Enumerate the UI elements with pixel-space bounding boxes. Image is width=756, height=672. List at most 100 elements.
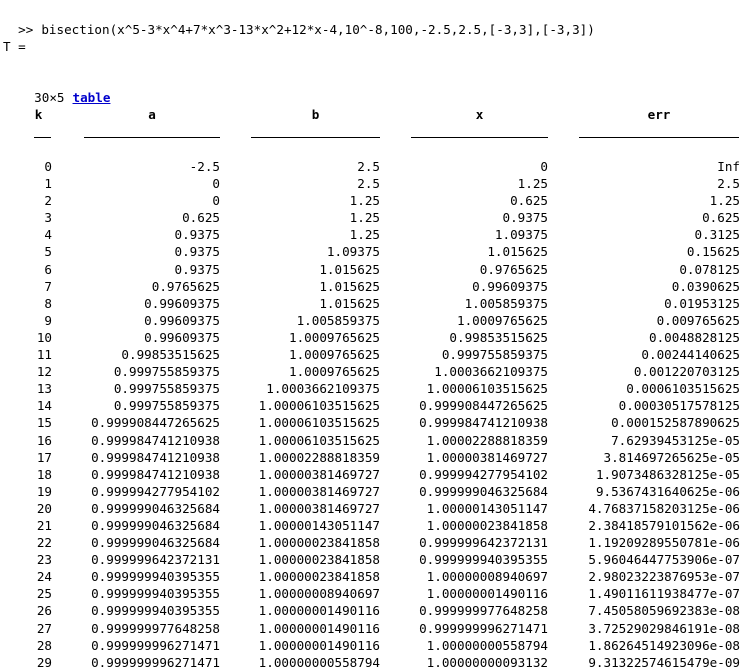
command-prompt: >> bbox=[18, 22, 34, 37]
cell-err: 1.9073486328125e-05 bbox=[595, 466, 740, 482]
cell-k: 1 bbox=[44, 176, 52, 192]
cell-b: 2.5 bbox=[357, 159, 380, 174]
table-row: 20 0.999999046325684 1.00000381469727 1.000… bbox=[0, 500, 756, 517]
table-row: 8 0.99609375 1.015625 1.005859375 0.01953125 bbox=[0, 295, 756, 312]
cell-a: 0 bbox=[212, 193, 220, 209]
cell-err: 9.31322574615479e-09 bbox=[588, 654, 740, 670]
table-size-line: 30×5 table bbox=[19, 72, 110, 105]
cell-b: 1.09375 bbox=[326, 244, 380, 260]
cell-k: 16 bbox=[36, 432, 52, 448]
cell-x: 0.999999046325684 bbox=[419, 483, 548, 499]
table-row: 17 0.999984741210938 1.00002288818359 1.000… bbox=[0, 449, 756, 466]
table-row: 18 0.999984741210938 1.00000381469727 0.999… bbox=[0, 466, 756, 483]
cell-a: 0.999908447265625 bbox=[91, 415, 220, 431]
cell-a: 0.99609375 bbox=[144, 312, 220, 328]
cell-a: 0.99609375 bbox=[144, 295, 220, 311]
cell-b: 2.5 bbox=[357, 176, 380, 192]
cell-a: 0.9765625 bbox=[151, 278, 220, 294]
cell-a: 0.999755859375 bbox=[113, 398, 220, 414]
cell-err: 2.5 bbox=[717, 176, 740, 192]
cell-b: 1.0009765625 bbox=[289, 364, 380, 380]
cell-a: -2.5 bbox=[189, 159, 220, 174]
cell-a: 0.999984741210938 bbox=[91, 466, 220, 482]
cell-a: 0.999999996271471 bbox=[91, 637, 220, 653]
table-link[interactable]: table bbox=[73, 90, 111, 105]
cell-x: 1.00000000093132 bbox=[426, 654, 548, 670]
cell-x: 1.00000143051147 bbox=[426, 500, 548, 516]
cell-k: 25 bbox=[36, 586, 52, 602]
table-row: 2 0 1.25 0.625 1.25 bbox=[0, 192, 756, 209]
cell-a: 0 bbox=[212, 176, 220, 192]
cell-b: 1.00000001490116 bbox=[258, 603, 380, 619]
column-header-a: a bbox=[148, 107, 156, 122]
cell-k: 6 bbox=[44, 261, 52, 277]
cell-err: 2.38418579101562e-06 bbox=[588, 517, 740, 533]
table-row: 13 0.999755859375 1.0003662109375 1.0000610… bbox=[0, 380, 756, 397]
table-row: 16 0.999984741210938 1.00006103515625 1.000… bbox=[0, 432, 756, 449]
cell-a: 0.999984741210938 bbox=[91, 449, 220, 465]
command-line[interactable]: >> bisection(x^5-3*x^4+7*x^3-13*x^2+12*x-… bbox=[3, 4, 595, 37]
cell-err: 0.0006103515625 bbox=[626, 381, 740, 397]
table-row: 27 0.999999977648258 1.00000001490116 0.999… bbox=[0, 620, 756, 637]
cell-b: 1.0009765625 bbox=[289, 329, 380, 345]
cell-err: 9.5367431640625e-06 bbox=[595, 483, 740, 499]
table-row: 26 0.999999940395355 1.00000001490116 0.999… bbox=[0, 602, 756, 619]
column-rule-k bbox=[34, 137, 51, 138]
cell-a: 0.999999046325684 bbox=[91, 500, 220, 516]
cell-k: 23 bbox=[36, 552, 52, 568]
cell-err: 0.625 bbox=[702, 210, 740, 226]
cell-k: 13 bbox=[36, 381, 52, 397]
table-row: 6 0.9375 1.015625 0.9765625 0.078125 bbox=[0, 261, 756, 278]
table-row: 22 0.999999046325684 1.00000023841858 0.999… bbox=[0, 534, 756, 551]
cell-b: 1.25 bbox=[349, 193, 380, 209]
cell-err: 3.814697265625e-05 bbox=[603, 449, 740, 465]
cell-x: 0.999999977648258 bbox=[419, 603, 548, 619]
cell-k: 28 bbox=[36, 637, 52, 653]
cell-a: 0.9375 bbox=[174, 227, 221, 243]
table-row: 23 0.999999642372131 1.00000023841858 0.999… bbox=[0, 551, 756, 568]
cell-a: 0.999999996271471 bbox=[91, 654, 220, 670]
column-rule-b bbox=[251, 137, 380, 138]
cell-k: 9 bbox=[44, 312, 52, 328]
cell-k: 19 bbox=[36, 483, 52, 499]
cell-x: 1.00000000558794 bbox=[426, 637, 548, 653]
cell-k: 12 bbox=[36, 364, 52, 380]
cell-x: 0.999999642372131 bbox=[419, 535, 548, 551]
column-header-k: k bbox=[34, 107, 43, 122]
cell-err: Inf bbox=[717, 159, 740, 174]
cell-err: 1.86264514923096e-08 bbox=[588, 637, 740, 653]
cell-x: 0.999999940395355 bbox=[419, 552, 548, 568]
cell-k: 27 bbox=[36, 620, 52, 636]
cell-k: 20 bbox=[36, 500, 52, 516]
cell-x: 1.00000023841858 bbox=[426, 517, 548, 533]
cell-k: 18 bbox=[36, 466, 52, 482]
table-row: 21 0.999999046325684 1.00000143051147 1.000… bbox=[0, 517, 756, 534]
cell-b: 1.00000143051147 bbox=[258, 517, 380, 533]
cell-x: 1.00000001490116 bbox=[426, 586, 548, 602]
cell-b: 1.00000023841858 bbox=[258, 552, 380, 568]
command-text[interactable]: bisection(x^5-3*x^4+7*x^3-13*x^2+12*x-4,… bbox=[41, 22, 595, 37]
column-header-x: x bbox=[475, 107, 484, 122]
column-header-err: err bbox=[647, 107, 671, 122]
cell-err: 0.009765625 bbox=[656, 312, 740, 328]
table-row: 0 -2.5 2.5 0 Inf bbox=[0, 158, 756, 175]
cell-k: 26 bbox=[36, 603, 52, 619]
cell-x: 0.625 bbox=[510, 193, 548, 209]
cell-k: 8 bbox=[44, 295, 52, 311]
cell-err: 5.96046447753906e-07 bbox=[588, 552, 740, 568]
cell-x: 1.00000381469727 bbox=[426, 449, 548, 465]
table-row: 9 0.99609375 1.005859375 1.0009765625 0.0097… bbox=[0, 312, 756, 329]
cell-b: 1.00000381469727 bbox=[258, 500, 380, 516]
cell-b: 1.015625 bbox=[319, 261, 380, 277]
cell-b: 1.0003662109375 bbox=[266, 381, 380, 397]
cell-err: 2.98023223876953e-07 bbox=[588, 569, 740, 585]
cell-x: 1.00006103515625 bbox=[426, 381, 548, 397]
cell-x: 0.999755859375 bbox=[441, 347, 548, 363]
cell-err: 0.0048828125 bbox=[649, 329, 740, 345]
cell-b: 1.00000008940697 bbox=[258, 586, 380, 602]
table-row: 1 0 2.5 1.25 2.5 bbox=[0, 175, 756, 192]
cell-k: 4 bbox=[44, 227, 52, 243]
cell-k: 3 bbox=[44, 210, 52, 226]
cell-a: 0.99853515625 bbox=[121, 347, 220, 363]
cell-x: 0.999908447265625 bbox=[419, 398, 548, 414]
